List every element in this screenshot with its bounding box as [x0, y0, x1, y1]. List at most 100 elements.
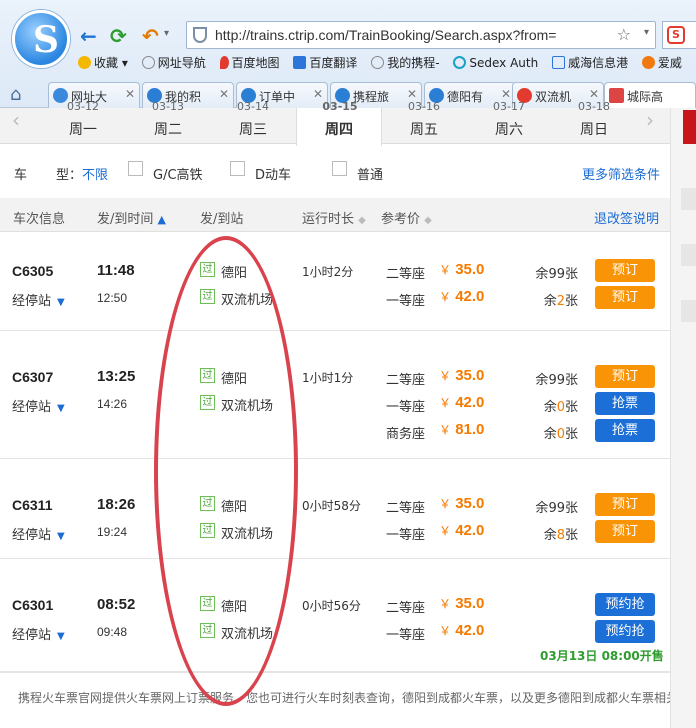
sidebar-red-block[interactable]	[683, 110, 696, 144]
book-button[interactable]: 预订	[595, 365, 655, 388]
train-number[interactable]: C6301	[12, 597, 53, 613]
gc-label[interactable]: G/C高铁	[153, 164, 203, 183]
to-station: 双流机场	[221, 399, 274, 414]
bookmark-favorites[interactable]: 收藏 ▾	[78, 54, 128, 71]
book-button[interactable]: 预订	[595, 286, 655, 309]
table-row: C6301 经停站 ▼ 08:52 09:48 过 德阳 过 双流机场 0小时56…	[0, 559, 670, 672]
close-icon[interactable]: ✕	[589, 87, 599, 101]
refund-rules-link[interactable]: 退改签说明	[594, 208, 659, 227]
col-time[interactable]: 发/到时间 ▲	[97, 208, 166, 227]
seat-price: ￥ 35.0	[439, 495, 485, 512]
globe-icon	[371, 56, 385, 69]
seat-class: 商务座	[386, 427, 426, 442]
bookmark-ctrip[interactable]: 我的携程-	[371, 54, 440, 71]
from-station: 德阳	[221, 600, 248, 615]
book-button[interactable]: 预订	[595, 520, 655, 543]
table-header: 车次信息 发/到时间 ▲ 发/到站 运行时长 ◆ 参考价 ◆ 退改签说明	[0, 198, 670, 232]
seat-class: 一等座	[386, 294, 426, 309]
stops-toggle[interactable]: 经停站 ▼	[12, 396, 65, 415]
train-number[interactable]: C6305	[12, 263, 53, 279]
bookmark-weihai[interactable]: 威海信息港	[552, 54, 628, 71]
remaining-tickets: 余0张	[543, 427, 578, 442]
date-sunday[interactable]: 03-18 周日	[551, 100, 637, 144]
bookmark-baidu-map[interactable]: 百度地图	[219, 54, 280, 71]
search-engine-box[interactable]: S	[662, 21, 696, 49]
filter-label-b: 型：	[56, 168, 83, 183]
gc-checkbox[interactable]	[128, 161, 143, 176]
grab-ticket-button[interactable]: 抢票	[595, 392, 655, 415]
date-friday[interactable]: 03-16 周五	[381, 100, 467, 144]
sidebar-block[interactable]	[681, 244, 696, 266]
date-wednesday[interactable]: 03-14 周三	[210, 100, 296, 144]
footer-description: 携程火车票官网提供火车票网上订票服务，您也可进行火车时刻表查询，德阳到成都火车票…	[0, 672, 696, 728]
depart-time: 08:52	[97, 596, 136, 613]
seat-class: 二等座	[386, 501, 426, 516]
address-dropdown-icon[interactable]: ▾	[644, 27, 649, 38]
bookmark-aiwei[interactable]: 爱威	[641, 54, 682, 71]
remaining-tickets: 余99张	[535, 501, 578, 516]
duration: 0小时58分	[302, 499, 361, 513]
col-price[interactable]: 参考价 ◆	[381, 208, 432, 227]
train-number[interactable]: C6311	[12, 497, 52, 513]
sort-icon[interactable]: ◆	[424, 215, 432, 226]
refresh-icon[interactable]: ⟳	[110, 24, 127, 48]
shield-icon	[193, 27, 207, 43]
seat-class: 二等座	[386, 601, 426, 616]
reserve-grab-button[interactable]: 预约抢	[595, 620, 655, 643]
remaining-tickets: 余2张	[543, 294, 578, 309]
seat-class: 一等座	[386, 528, 426, 543]
d-label[interactable]: D动车	[255, 164, 291, 183]
stops-toggle[interactable]: 经停站 ▼	[12, 624, 65, 643]
sidebar-block[interactable]	[681, 300, 696, 322]
reserve-grab-button[interactable]: 预约抢	[595, 593, 655, 616]
duration: 1小时1分	[302, 371, 354, 385]
undo-icon[interactable]: ↶	[142, 24, 159, 48]
caret-down-icon: ▼	[57, 631, 65, 642]
bookmark-baidu-translate[interactable]: 百度翻译	[293, 54, 357, 71]
normal-checkbox[interactable]	[332, 161, 347, 176]
date-thursday-active[interactable]: 03-15 周四	[296, 100, 382, 146]
grab-ticket-button[interactable]: 抢票	[595, 419, 655, 442]
address-url[interactable]: http://trains.ctrip.com/TrainBooking/Sea…	[215, 27, 556, 43]
pass-badge: 过	[200, 289, 215, 304]
to-station: 双流机场	[221, 293, 274, 308]
normal-label[interactable]: 普通	[357, 164, 383, 183]
arrive-time: 09:48	[97, 625, 128, 639]
pass-badge: 过	[200, 368, 215, 383]
date-tuesday[interactable]: 03-13 周二	[125, 100, 211, 144]
close-icon[interactable]: ✕	[407, 87, 417, 101]
sidebar-block[interactable]	[681, 188, 696, 210]
back-arrow-icon[interactable]: ←	[80, 24, 97, 48]
close-icon[interactable]: ✕	[125, 87, 135, 101]
d-checkbox[interactable]	[230, 161, 245, 176]
table-row: C6311 经停站 ▼ 18:26 19:24 过 德阳 过 双流机场 0小时58…	[0, 459, 670, 559]
arrive-time: 12:50	[97, 291, 128, 305]
bookmark-sedex[interactable]: Sedex Auth	[453, 56, 538, 70]
seat-price: ￥ 42.0	[439, 622, 485, 639]
bookmark-nav[interactable]: 网址导航	[141, 54, 206, 71]
date-monday[interactable]: 03-12 周一	[40, 100, 126, 144]
close-icon[interactable]: ✕	[313, 87, 323, 101]
home-icon[interactable]: ⌂	[10, 84, 21, 105]
sort-up-icon[interactable]: ▲	[158, 213, 166, 226]
address-bar[interactable]: http://trains.ctrip.com/TrainBooking/Sea…	[186, 21, 656, 49]
col-duration[interactable]: 运行时长 ◆	[302, 208, 366, 227]
remaining-tickets: 余99张	[535, 373, 578, 388]
sedex-icon	[453, 56, 467, 69]
star-icon[interactable]: ☆	[617, 25, 631, 44]
close-icon[interactable]: ✕	[501, 87, 511, 101]
sort-icon[interactable]: ◆	[358, 215, 366, 226]
next-week-icon[interactable]: ›	[646, 108, 654, 132]
seat-class: 二等座	[386, 373, 426, 388]
book-button[interactable]: 预订	[595, 493, 655, 516]
book-button[interactable]: 预订	[595, 259, 655, 282]
stops-toggle[interactable]: 经停站 ▼	[12, 524, 65, 543]
filter-any[interactable]: 不限	[82, 164, 108, 183]
train-number[interactable]: C6307	[12, 369, 53, 385]
prev-week-icon[interactable]: ‹	[12, 108, 20, 132]
more-filters-link[interactable]: 更多筛选条件	[582, 164, 660, 183]
undo-dropdown-icon[interactable]: ▾	[164, 28, 169, 39]
date-saturday[interactable]: 03-17 周六	[466, 100, 552, 144]
close-icon[interactable]: ✕	[219, 87, 229, 101]
stops-toggle[interactable]: 经停站 ▼	[12, 290, 65, 309]
